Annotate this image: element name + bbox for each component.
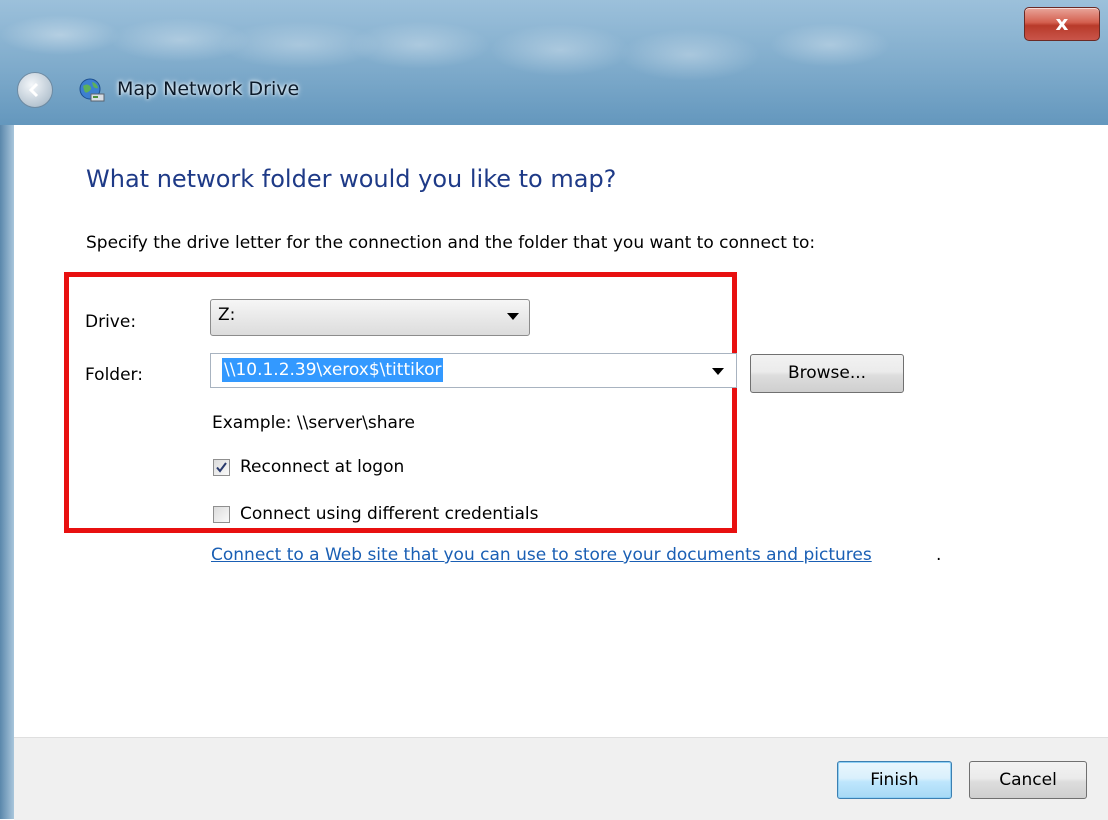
example-text: Example: \\server\share — [212, 413, 416, 433]
window-left-border — [0, 125, 14, 819]
browse-button[interactable]: Browse... — [750, 354, 904, 393]
page-heading: What network folder would you like to ma… — [86, 165, 617, 193]
folder-input[interactable]: \\10.1.2.39\xerox$\tittikor — [210, 353, 737, 388]
credentials-label[interactable]: Connect using different credentials — [240, 504, 538, 524]
close-icon: x — [1055, 11, 1069, 35]
drive-select[interactable]: Z: — [210, 299, 530, 336]
web-link-period: . — [936, 545, 942, 565]
back-button[interactable] — [17, 72, 53, 108]
folder-label: Folder: — [85, 365, 143, 385]
drive-select-value: Z: — [218, 305, 236, 325]
network-drive-icon — [79, 78, 105, 102]
reconnect-label[interactable]: Reconnect at logon — [240, 457, 404, 477]
drive-label: Drive: — [85, 312, 137, 332]
back-arrow-icon — [28, 82, 39, 98]
chevron-down-icon — [507, 313, 519, 320]
web-site-link[interactable]: Connect to a Web site that you can use t… — [211, 545, 872, 565]
reconnect-checkbox[interactable] — [213, 459, 230, 476]
finish-button[interactable]: Finish — [837, 761, 952, 799]
checkmark-icon — [216, 462, 227, 473]
folder-input-value: \\10.1.2.39\xerox$\tittikor — [222, 358, 444, 382]
credentials-checkbox[interactable] — [213, 506, 230, 523]
window-title: Map Network Drive — [117, 78, 300, 100]
chevron-down-icon[interactable] — [712, 368, 724, 375]
cancel-button[interactable]: Cancel — [969, 761, 1087, 799]
instruction-text: Specify the drive letter for the connect… — [86, 233, 816, 253]
close-button[interactable]: x — [1024, 7, 1100, 41]
